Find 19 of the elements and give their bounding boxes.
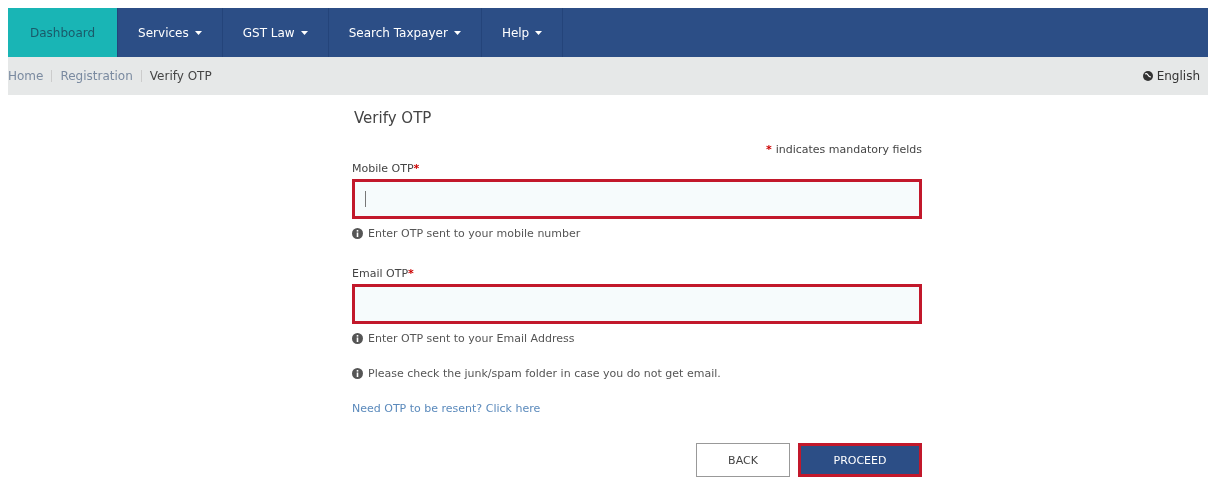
back-button[interactable]: BACK [696,443,790,477]
mandatory-note: indicates mandatory fields [775,143,922,156]
required-mark: * [413,162,420,175]
form-title: Verify OTP [354,109,433,127]
resend-link[interactable]: Need OTP to be resent? Click here [352,402,922,415]
info-icon [352,333,363,344]
required-mark: * [408,267,414,280]
hint-text: Enter OTP sent to your mobile number [368,227,581,240]
hint-text: Enter OTP sent to your Email Address [368,332,575,345]
note-text: Please check the junk/spam folder in case you do not get email. [368,367,721,380]
info-icon [352,228,363,239]
required-mark: * [765,143,772,156]
input-field[interactable] [352,179,922,219]
field-label: Email OTP [352,267,409,280]
field-label: Mobile OTP [352,162,414,175]
proceed-button[interactable]: PROCEED [798,443,922,477]
info-icon [352,368,363,379]
language-link[interactable]: English [1142,69,1200,83]
input-field[interactable] [352,284,922,324]
